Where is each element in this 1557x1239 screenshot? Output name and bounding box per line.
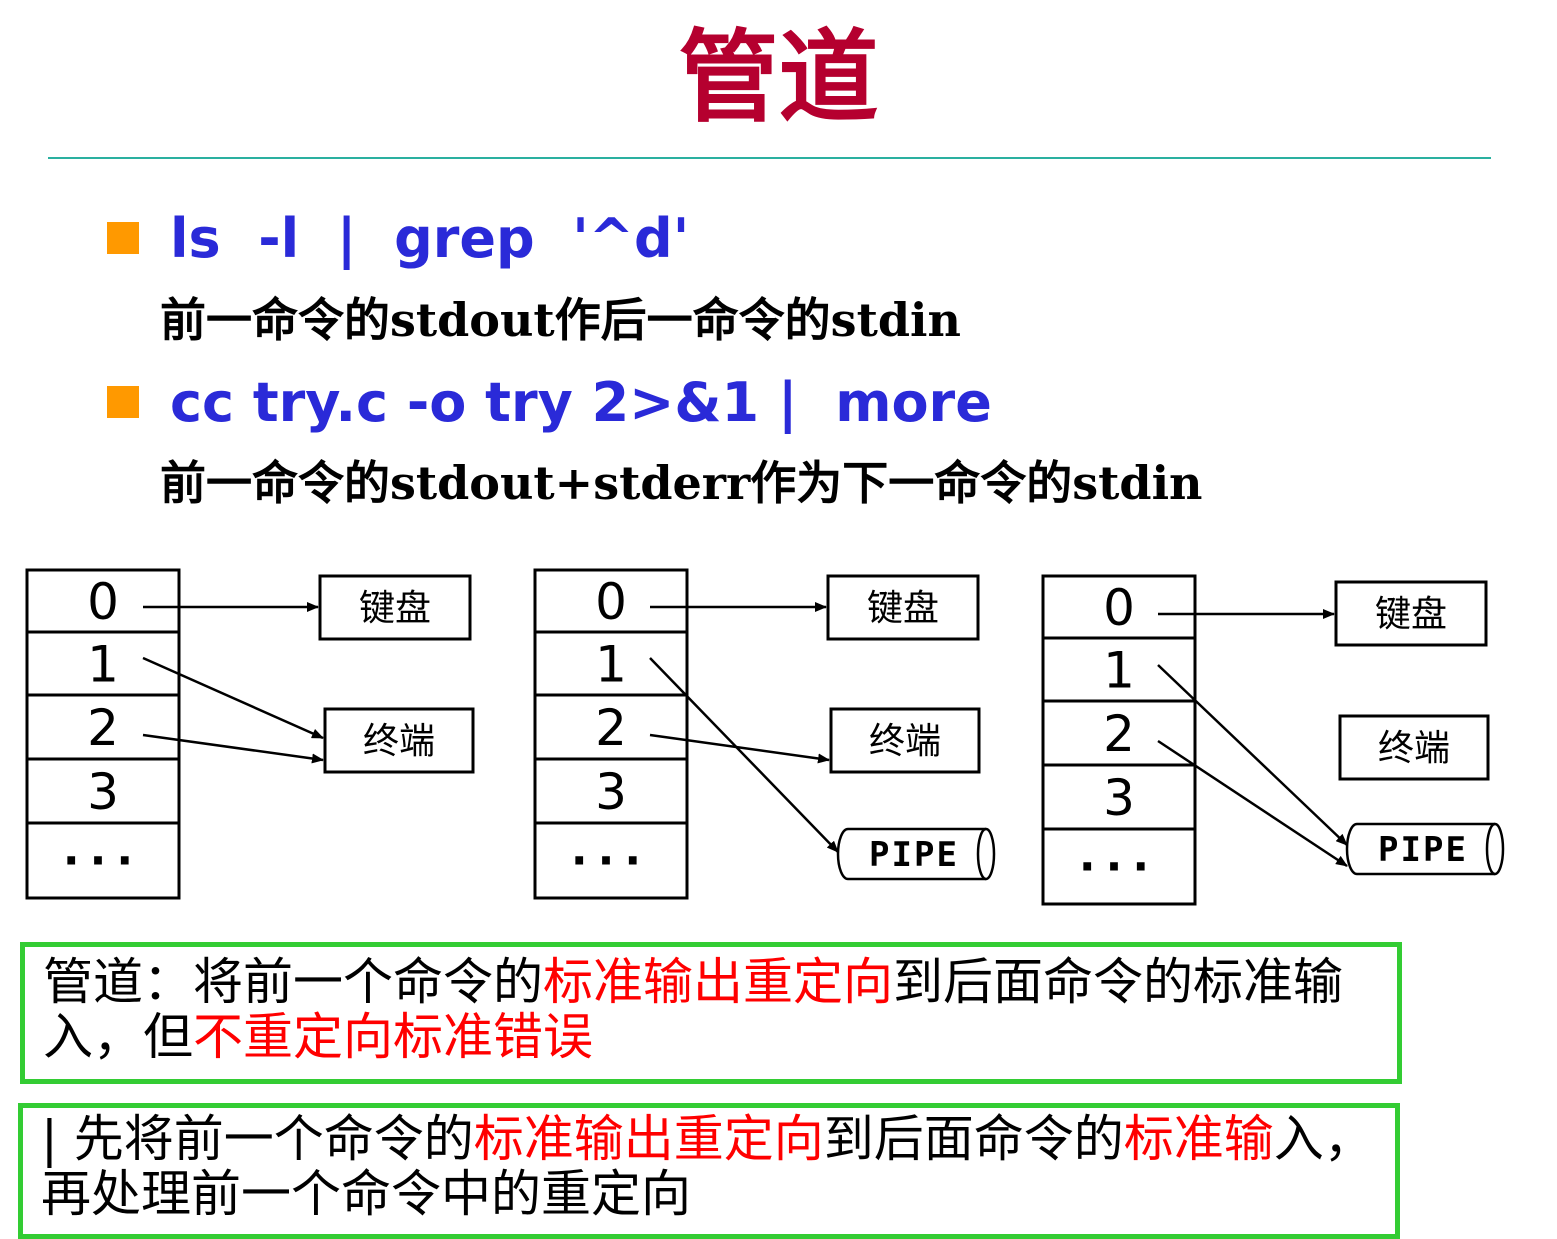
keyboard-label-1: 键盘: [359, 588, 431, 629]
pipe-label-3: PIPE: [1378, 830, 1468, 870]
note2-text-2: 标准输出重定向: [473, 1110, 824, 1168]
fd-label-1-4: ...: [63, 825, 143, 876]
keyboard-label-3: 键盘: [1375, 594, 1447, 635]
fd-label-2-0: 0: [595, 573, 627, 631]
fd-label-2-1: 1: [595, 636, 627, 694]
fd-label-3-2: 2: [1103, 705, 1135, 763]
note1-text-3: 不重定向标准错误: [193, 1008, 593, 1066]
note-pipe-stdout: 管道：将前一个命令的标准输出重定向到后面命令的标准输入，但不重定向标准错误: [20, 942, 1402, 1084]
terminal-label-1: 终端: [363, 721, 435, 762]
fd-label-1-2: 2: [87, 699, 119, 757]
fd-label-1-1: 1: [87, 636, 119, 694]
terminal-label-3: 终端: [1378, 728, 1450, 769]
fd-label-2-2: 2: [595, 699, 627, 757]
note-pipe-stderr-merge: | 先将前一个命令的标准输出重定向到后面命令的标准输入，再处理前一个命令中的重定…: [18, 1103, 1400, 1239]
note2-text-4: 标准输: [1123, 1110, 1274, 1168]
fd-label-3-3: 3: [1103, 769, 1135, 827]
fd-label-1-0: 0: [87, 573, 119, 631]
keyboard-label-2: 键盘: [867, 588, 939, 629]
fd-label-3-1: 1: [1103, 642, 1135, 700]
note1-text-1: 标准输出重定向: [543, 953, 893, 1011]
terminal-label-2: 终端: [869, 721, 941, 762]
fd-label-2-4: ...: [571, 825, 651, 876]
note2-text-3: 到后面命令的: [823, 1110, 1124, 1168]
note2-text-0: |: [41, 1110, 74, 1168]
fd-label-2-3: 3: [595, 763, 627, 821]
fd-label-1-3: 3: [87, 763, 119, 821]
pipe-label-2: PIPE: [869, 835, 959, 875]
note2-text-1: 先将前一个命令的: [73, 1110, 474, 1168]
fd-label-3-4: ...: [1079, 831, 1159, 882]
fd-label-3-0: 0: [1103, 579, 1135, 637]
note1-text-0: 管道：将前一个命令的: [43, 953, 543, 1011]
